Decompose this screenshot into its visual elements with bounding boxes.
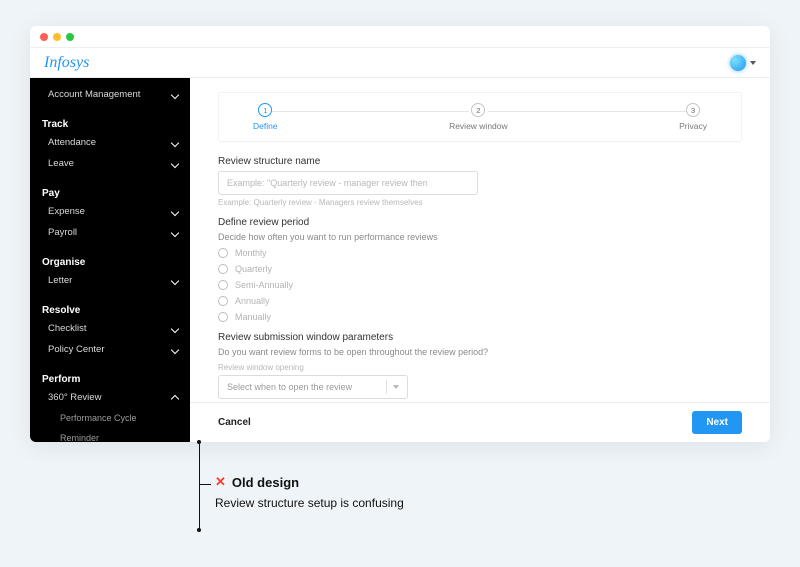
- minimize-window-icon[interactable]: [53, 33, 61, 41]
- chevron-down-icon: [171, 324, 179, 332]
- step-label: Privacy: [679, 121, 707, 131]
- annotation: ✕ Old design Review structure setup is c…: [215, 474, 404, 510]
- review-name-input[interactable]: [218, 171, 478, 195]
- period-option-semi-annually[interactable]: Semi-Annually: [218, 280, 742, 290]
- sidebar-item-label: Expense: [48, 206, 85, 217]
- window-titlebar: [30, 26, 770, 48]
- sidebar-item-360-review[interactable]: 360° Review: [30, 387, 190, 408]
- sidebar-item-policy-center[interactable]: Policy Center: [30, 339, 190, 360]
- sidebar-item-label: Letter: [48, 275, 72, 286]
- radio-icon: [218, 296, 228, 306]
- cancel-button[interactable]: Cancel: [218, 417, 251, 428]
- chevron-down-icon: [171, 228, 179, 236]
- sidebar-item-payroll[interactable]: Payroll: [30, 222, 190, 243]
- step-privacy[interactable]: 3 Privacy: [679, 103, 707, 131]
- annotation-line: [199, 484, 211, 485]
- user-menu[interactable]: [730, 55, 756, 71]
- sidebar-group-perform: Perform: [30, 368, 190, 387]
- review-name-hint: Example: Quarterly review - Managers rev…: [218, 198, 742, 207]
- annotation-line: [199, 484, 200, 530]
- radio-icon: [218, 264, 228, 274]
- sidebar-subitem-performance-cycle[interactable]: Performance Cycle: [30, 408, 190, 428]
- radio-icon: [218, 312, 228, 322]
- sidebar-item-label: Account Management: [48, 89, 140, 100]
- submission-window-label: Review submission window parameters: [218, 332, 742, 343]
- review-period-options: Monthly Quarterly Semi-Annually Annually…: [218, 248, 742, 322]
- annotation-title-text: Old design: [232, 475, 299, 490]
- sidebar-item-letter[interactable]: Letter: [30, 270, 190, 291]
- step-review-window[interactable]: 2 Review window: [449, 103, 508, 131]
- select-separator: [386, 380, 387, 394]
- sidebar-item-label: 360° Review: [48, 392, 101, 403]
- sidebar-item-account-management[interactable]: Account Management: [30, 84, 190, 105]
- x-icon: ✕: [215, 474, 226, 490]
- chevron-up-icon: [171, 395, 179, 403]
- period-option-manually[interactable]: Manually: [218, 312, 742, 322]
- sidebar-item-label: Payroll: [48, 227, 77, 238]
- sidebar-item-label: Checklist: [48, 323, 87, 334]
- sidebar-item-label: Policy Center: [48, 344, 105, 355]
- main-content: 1 Define 2 Review window 3 Privacy Revie…: [190, 78, 770, 442]
- maximize-window-icon[interactable]: [66, 33, 74, 41]
- period-option-monthly[interactable]: Monthly: [218, 248, 742, 258]
- select-placeholder: Select when to open the review: [227, 382, 352, 392]
- chevron-down-icon: [171, 159, 179, 167]
- step-label: Review window: [449, 121, 508, 131]
- sidebar-item-expense[interactable]: Expense: [30, 201, 190, 222]
- sidebar-group-organise: Organise: [30, 251, 190, 270]
- option-label: Annually: [235, 296, 270, 306]
- review-period-label: Define review period: [218, 217, 742, 228]
- form-footer: Cancel Next: [190, 402, 770, 442]
- stepper: 1 Define 2 Review window 3 Privacy: [218, 92, 742, 142]
- annotation-line: [199, 442, 200, 484]
- period-option-annually[interactable]: Annually: [218, 296, 742, 306]
- chevron-down-icon: [171, 276, 179, 284]
- option-label: Manually: [235, 312, 271, 322]
- annotation-title: ✕ Old design: [215, 474, 404, 490]
- sidebar-subitem-reminder[interactable]: Reminder: [30, 428, 190, 442]
- step-number: 3: [686, 103, 700, 117]
- annotation-subtitle: Review structure setup is confusing: [215, 496, 404, 510]
- brand-logo: Infosys: [44, 54, 89, 72]
- avatar: [730, 55, 746, 71]
- step-number: 2: [471, 103, 485, 117]
- sidebar-item-leave[interactable]: Leave: [30, 153, 190, 174]
- sidebar-item-attendance[interactable]: Attendance: [30, 132, 190, 153]
- window-opening-select[interactable]: Select when to open the review: [218, 375, 408, 399]
- submission-window-help: Do you want review forms to be open thro…: [218, 347, 742, 357]
- sidebar-item-checklist[interactable]: Checklist: [30, 318, 190, 339]
- step-define[interactable]: 1 Define: [253, 103, 278, 131]
- option-label: Quarterly: [235, 264, 272, 274]
- sidebar-group-track: Track: [30, 113, 190, 132]
- close-window-icon[interactable]: [40, 33, 48, 41]
- option-label: Semi-Annually: [235, 280, 293, 290]
- chevron-down-icon: [393, 385, 399, 389]
- chevron-down-icon: [171, 90, 179, 98]
- chevron-down-icon: [171, 345, 179, 353]
- step-connector: [488, 111, 699, 112]
- sidebar-group-resolve: Resolve: [30, 299, 190, 318]
- window-opening-label: Review window opening: [218, 363, 742, 372]
- period-option-quarterly[interactable]: Quarterly: [218, 264, 742, 274]
- chevron-down-icon: [171, 207, 179, 215]
- sidebar-item-label: Leave: [48, 158, 74, 169]
- step-label: Define: [253, 121, 278, 131]
- chevron-down-icon: [171, 138, 179, 146]
- sidebar-group-pay: Pay: [30, 182, 190, 201]
- step-connector: [258, 111, 469, 112]
- radio-icon: [218, 280, 228, 290]
- step-number: 1: [258, 103, 272, 117]
- annotation-end-dot: [197, 528, 201, 532]
- chevron-down-icon: [750, 61, 756, 65]
- app-window: Infosys Account Management Track Attenda…: [30, 26, 770, 442]
- review-name-label: Review structure name: [218, 156, 742, 167]
- next-button[interactable]: Next: [692, 411, 742, 434]
- option-label: Monthly: [235, 248, 267, 258]
- app-body: Account Management Track Attendance Leav…: [30, 78, 770, 442]
- review-period-help: Decide how often you want to run perform…: [218, 232, 742, 242]
- sidebar: Account Management Track Attendance Leav…: [30, 78, 190, 442]
- sidebar-item-label: Attendance: [48, 137, 96, 148]
- brand-bar: Infosys: [30, 48, 770, 78]
- radio-icon: [218, 248, 228, 258]
